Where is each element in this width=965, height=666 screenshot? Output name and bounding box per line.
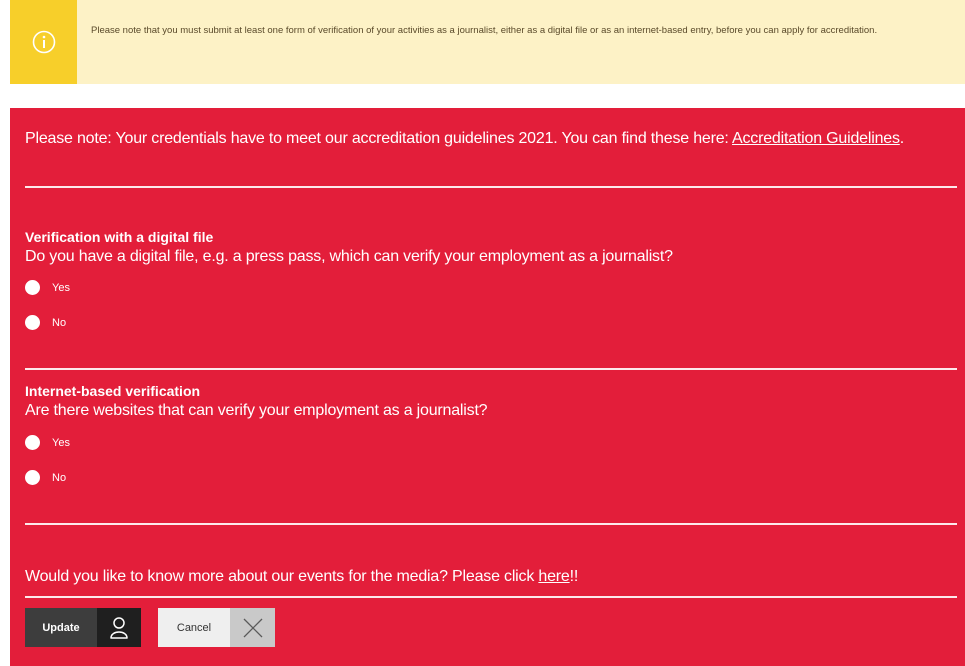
radio-label: No xyxy=(52,471,67,484)
update-button-label[interactable]: Update xyxy=(25,608,97,647)
media-events-link[interactable]: here xyxy=(538,568,569,585)
radio-circle-icon[interactable] xyxy=(25,315,40,330)
notice-icon-box xyxy=(10,0,77,84)
radio-label: Yes xyxy=(52,436,70,449)
digital-verification-title: Verification with a digital file xyxy=(25,229,214,245)
radio-label: No xyxy=(52,316,67,329)
cancel-button-label[interactable]: Cancel xyxy=(158,608,230,647)
radio-label: Yes xyxy=(52,281,70,294)
media-events-text: Would you like to know more about our ev… xyxy=(25,568,539,585)
divider xyxy=(25,596,957,598)
divider xyxy=(25,523,957,525)
digital-no-radio[interactable]: No xyxy=(25,315,66,330)
verification-notice: Please note that you must submit at leas… xyxy=(10,0,965,84)
info-icon xyxy=(32,30,55,54)
media-events-note: Would you like to know more about our ev… xyxy=(25,568,578,586)
close-icon-box[interactable] xyxy=(230,608,275,647)
user-icon xyxy=(110,616,128,639)
guidelines-text: Please note: Your credentials have to me… xyxy=(25,130,733,147)
guidelines-note: Please note: Your credentials have to me… xyxy=(25,128,945,150)
internet-verification-title: Internet-based verification xyxy=(25,383,201,399)
accreditation-form: Please note: Your credentials have to me… xyxy=(10,108,965,666)
notice-text: Please note that you must submit at leas… xyxy=(91,25,878,36)
divider xyxy=(25,368,957,370)
cancel-button[interactable]: Cancel xyxy=(158,608,275,647)
close-icon xyxy=(243,618,262,637)
accreditation-guidelines-link[interactable]: Accreditation Guidelines xyxy=(732,130,900,147)
radio-circle-icon[interactable] xyxy=(25,280,40,295)
digital-yes-radio[interactable]: Yes xyxy=(25,280,70,295)
internet-yes-radio[interactable]: Yes xyxy=(25,435,70,450)
digital-verification-question: Do you have a digital file, e.g. a press… xyxy=(25,248,673,265)
divider xyxy=(25,186,957,188)
internet-no-radio[interactable]: No xyxy=(25,470,66,485)
internet-verification-question: Are there websites that can verify your … xyxy=(25,402,488,419)
radio-circle-icon[interactable] xyxy=(25,470,40,485)
update-button[interactable]: Update xyxy=(25,608,141,647)
user-icon-box[interactable] xyxy=(97,608,141,647)
media-events-text-end: !! xyxy=(569,568,579,585)
guidelines-text-end: . xyxy=(899,130,905,147)
radio-circle-icon[interactable] xyxy=(25,435,40,450)
